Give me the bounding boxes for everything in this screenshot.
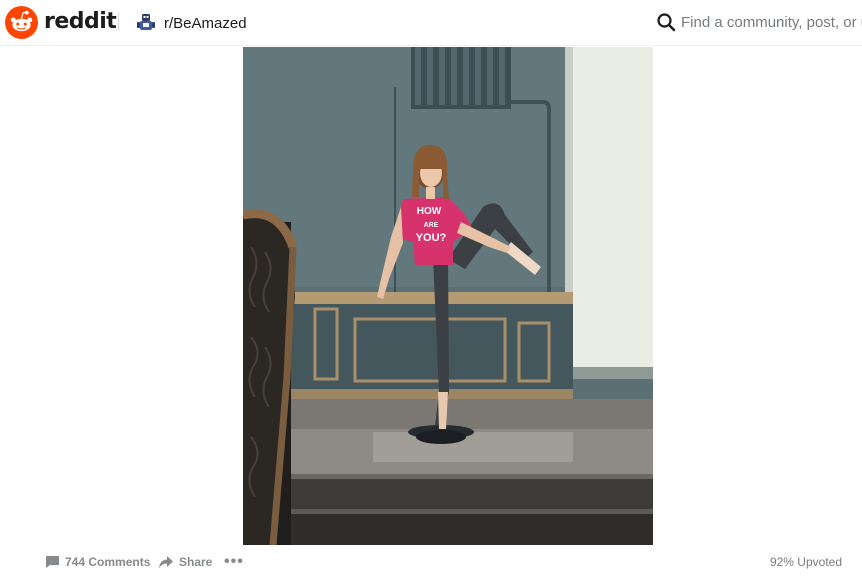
upvote-ratio: 92% Upvoted <box>769 555 842 569</box>
more-options-button[interactable]: ••• <box>224 550 244 574</box>
reddit-logo-icon[interactable] <box>5 6 38 39</box>
shirt-text-line-1: HOW <box>417 206 442 217</box>
share-button[interactable]: Share <box>158 550 212 574</box>
post-actions-bar: 744 Comments Share ••• 92% Upvoted <box>0 550 862 574</box>
top-header: reddit r/BeAmazed <box>0 0 862 46</box>
brand-wordmark[interactable]: reddit <box>44 9 117 34</box>
subreddit-name[interactable]: r/BeAmazed <box>164 15 247 32</box>
search-input[interactable] <box>676 9 862 35</box>
shirt-text-line-3: YOU? <box>416 232 447 244</box>
ellipsis-icon: ••• <box>224 553 244 570</box>
post-media-image[interactable]: HOW ARE YOU? <box>243 47 653 545</box>
comment-icon <box>46 556 59 568</box>
header-divider <box>118 13 119 31</box>
share-label: Share <box>179 555 213 569</box>
search-icon[interactable] <box>656 12 676 32</box>
shirt-text-line-2: ARE <box>424 222 439 229</box>
share-arrow-icon <box>159 556 173 568</box>
subreddit-avatar-icon[interactable] <box>136 13 156 33</box>
dancer-photo: HOW ARE YOU? <box>243 47 653 545</box>
comments-button[interactable]: 744 Comments <box>45 550 150 574</box>
comments-label: 744 Comments <box>65 555 151 569</box>
